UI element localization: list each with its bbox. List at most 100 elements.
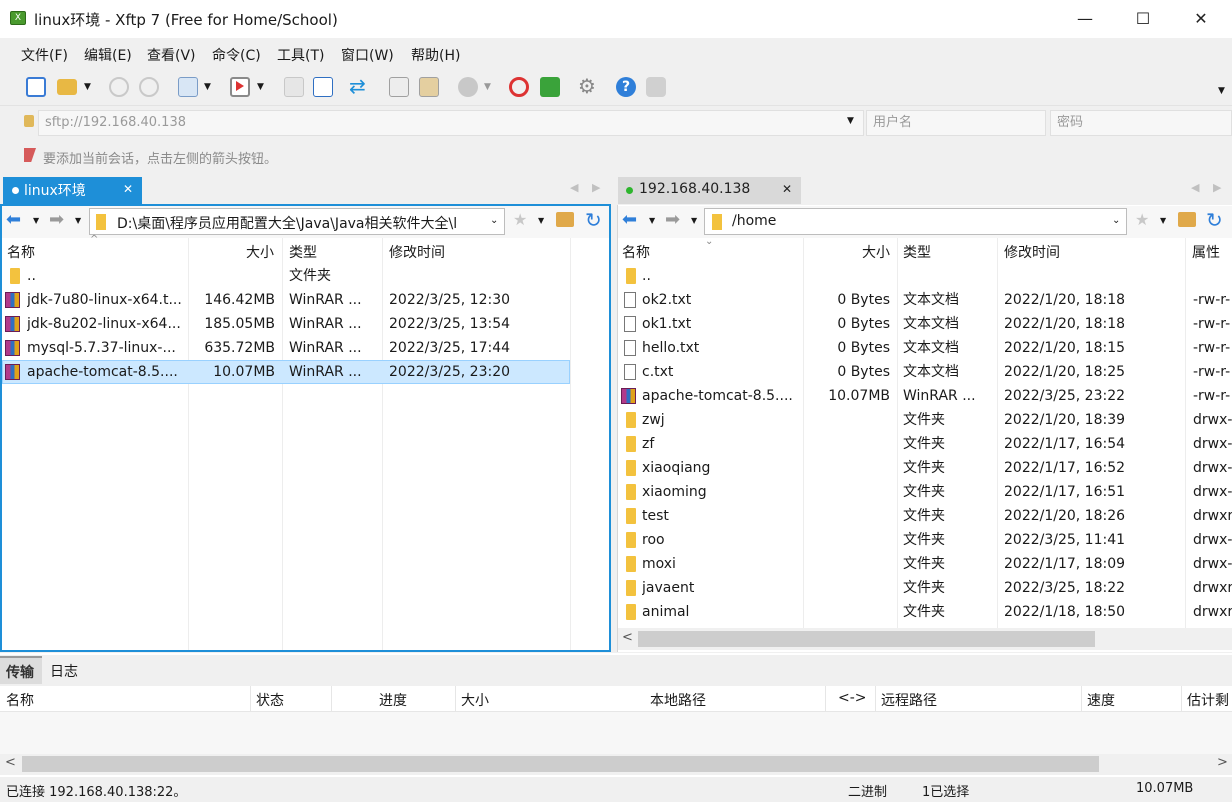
- list-item[interactable]: roo 文件夹 2022/3/25, 11:41 drwx-: [618, 528, 1232, 552]
- column-size-header[interactable]: 大小: [246, 242, 274, 262]
- host-input[interactable]: sftp://192.168.40.138: [38, 110, 864, 136]
- right-hscrollbar[interactable]: <: [618, 628, 1232, 650]
- refresh-icon[interactable]: ↻: [1206, 208, 1223, 232]
- list-item[interactable]: xiaoqiang 文件夹 2022/1/17, 16:52 drwx-: [618, 456, 1232, 480]
- column-modified-header[interactable]: 修改时间: [1004, 242, 1060, 262]
- menu-view[interactable]: 查看(V): [147, 45, 196, 65]
- chevron-down-icon[interactable]: ▼: [204, 82, 211, 92]
- list-item[interactable]: xiaoming 文件夹 2022/1/17, 16:51 drwx-: [618, 480, 1232, 504]
- maximize-button[interactable]: ☐: [1114, 0, 1172, 38]
- list-item[interactable]: zwj 文件夹 2022/1/20, 18:39 drwx-: [618, 408, 1232, 432]
- list-item[interactable]: ok1.txt 0 Bytes 文本文档 2022/1/20, 18:18 -rw-r-: [618, 312, 1232, 336]
- menu-file[interactable]: 文件(F): [21, 45, 68, 65]
- menu-window[interactable]: 窗口(W): [341, 45, 394, 65]
- star-icon[interactable]: ★: [1135, 210, 1149, 229]
- scroll-thumb[interactable]: [22, 756, 1099, 772]
- menu-edit[interactable]: 编辑(E): [84, 45, 132, 65]
- tab-transfer[interactable]: 传输: [0, 656, 42, 684]
- tab-scroll-right-icon[interactable]: ▶: [592, 181, 600, 194]
- tab-close-icon[interactable]: ✕: [782, 182, 792, 196]
- menu-tools[interactable]: 工具(T): [277, 45, 324, 65]
- chevron-down-icon[interactable]: ▼: [84, 82, 91, 92]
- column-type-header[interactable]: 类型: [289, 242, 317, 262]
- column-name-header[interactable]: 名称: [622, 242, 650, 262]
- list-item[interactable]: mysql-5.7.37-linux-... 635.72MB WinRAR .…: [2, 336, 570, 360]
- left-path-field[interactable]: D:\桌面\程序员应用配置大全\Java\Java相关软件大全\l ⌄: [89, 208, 505, 235]
- back-arrow-icon[interactable]: ⬅: [6, 209, 21, 230]
- xfer-col-size[interactable]: 大小: [461, 690, 489, 710]
- chat-icon[interactable]: [646, 77, 666, 97]
- scroll-right-icon[interactable]: >: [1217, 755, 1228, 770]
- column-size-header[interactable]: 大小: [862, 242, 890, 262]
- list-item-selected[interactable]: apache-tomcat-8.5.... 10.07MB WinRAR ...…: [2, 360, 570, 384]
- home-folder-icon[interactable]: [1178, 212, 1196, 227]
- home-folder-icon[interactable]: [556, 212, 574, 227]
- tab-close-icon[interactable]: ✕: [123, 182, 133, 196]
- tab-linux-env[interactable]: linux环境 ✕: [3, 177, 142, 204]
- list-item[interactable]: ok2.txt 0 Bytes 文本文档 2022/1/20, 18:18 -rw-r-: [618, 288, 1232, 312]
- close-button[interactable]: ✕: [1172, 0, 1230, 38]
- tab-log[interactable]: 日志: [50, 661, 78, 681]
- column-name-header[interactable]: 名称: [7, 242, 35, 262]
- username-input[interactable]: 用户名: [866, 110, 1046, 136]
- session-properties-icon[interactable]: [178, 77, 198, 97]
- list-item[interactable]: test 文件夹 2022/1/20, 18:26 drwxr: [618, 504, 1232, 528]
- chevron-down-icon[interactable]: ▼: [538, 216, 544, 225]
- tab-remote-host[interactable]: 192.168.40.138 ✕: [618, 177, 801, 204]
- xfer-col-direction[interactable]: <->: [838, 690, 867, 706]
- list-item[interactable]: .. 文件夹: [2, 264, 570, 288]
- column-type-header[interactable]: 类型: [903, 242, 931, 262]
- chevron-down-icon[interactable]: ▼: [484, 82, 491, 92]
- forward-arrow-icon[interactable]: ➡: [49, 209, 64, 230]
- chevron-down-icon[interactable]: ⌄: [1112, 215, 1120, 226]
- xfer-col-status[interactable]: 状态: [256, 690, 284, 710]
- tab-scroll-left-icon[interactable]: ◀: [570, 181, 578, 194]
- chevron-down-icon[interactable]: ▼: [649, 216, 655, 225]
- open-folder-icon[interactable]: [57, 79, 77, 95]
- scroll-thumb[interactable]: [638, 631, 1095, 647]
- connect-icon[interactable]: [109, 77, 129, 97]
- menu-help[interactable]: 帮助(H): [411, 45, 460, 65]
- column-attr-header[interactable]: 属性: [1192, 242, 1220, 262]
- column-modified-header[interactable]: 修改时间: [389, 242, 445, 262]
- chevron-down-icon[interactable]: ⌄: [490, 215, 498, 226]
- forward-arrow-icon[interactable]: ➡: [665, 209, 680, 230]
- help-icon[interactable]: ?: [616, 77, 636, 97]
- xfer-col-local-path[interactable]: 本地路径: [650, 690, 706, 710]
- xfer-col-eta[interactable]: 估计剩: [1187, 690, 1232, 710]
- back-arrow-icon[interactable]: ⬅: [622, 209, 637, 230]
- refresh-icon[interactable]: ↻: [585, 208, 602, 232]
- chevron-down-icon[interactable]: ▼: [75, 216, 81, 225]
- password-input[interactable]: 密码: [1050, 110, 1232, 136]
- xfer-col-name[interactable]: 名称: [6, 690, 34, 710]
- star-icon[interactable]: ★: [513, 210, 527, 229]
- list-item[interactable]: hello.txt 0 Bytes 文本文档 2022/1/20, 18:15 -rw-…: [618, 336, 1232, 360]
- paste-icon[interactable]: [419, 77, 439, 97]
- new-session-icon[interactable]: [26, 77, 46, 97]
- chevron-down-icon[interactable]: ▼: [691, 216, 697, 225]
- pane-splitter[interactable]: [611, 204, 617, 652]
- right-path-field[interactable]: /home ⌄: [704, 208, 1127, 235]
- xfer-col-remote-path[interactable]: 远程路径: [881, 690, 937, 710]
- toolbar-overflow-icon[interactable]: ▼: [1218, 86, 1225, 96]
- list-item[interactable]: javaent 文件夹 2022/3/25, 18:22 drwxr: [618, 576, 1232, 600]
- xfer-col-progress[interactable]: 进度: [379, 690, 407, 710]
- list-item[interactable]: zf 文件夹 2022/1/17, 16:54 drwx-: [618, 432, 1232, 456]
- sync-arrows-icon[interactable]: ⇄: [349, 74, 366, 98]
- menu-command[interactable]: 命令(C): [212, 45, 261, 65]
- tab-scroll-left-icon[interactable]: ◀: [1191, 181, 1199, 194]
- minimize-button[interactable]: —: [1056, 0, 1114, 38]
- copy-icon[interactable]: [389, 77, 409, 97]
- gear-icon[interactable]: ⚙: [578, 74, 596, 98]
- list-item[interactable]: c.txt 0 Bytes 文本文档 2022/1/20, 18:25 -rw-r-: [618, 360, 1232, 384]
- file-icon[interactable]: [284, 77, 304, 97]
- transfer-hscrollbar[interactable]: < >: [0, 754, 1232, 775]
- disconnect-icon[interactable]: [139, 77, 159, 97]
- chevron-down-icon[interactable]: ▼: [847, 116, 854, 126]
- list-item[interactable]: jdk-7u80-linux-x64.t... 146.42MB WinRAR …: [2, 288, 570, 312]
- chevron-down-icon[interactable]: ▼: [257, 82, 264, 92]
- tab-scroll-right-icon[interactable]: ▶: [1213, 181, 1221, 194]
- transfer-file-icon[interactable]: [313, 77, 333, 97]
- status-circle-icon[interactable]: [458, 77, 478, 97]
- xftp-green-icon[interactable]: [540, 77, 560, 97]
